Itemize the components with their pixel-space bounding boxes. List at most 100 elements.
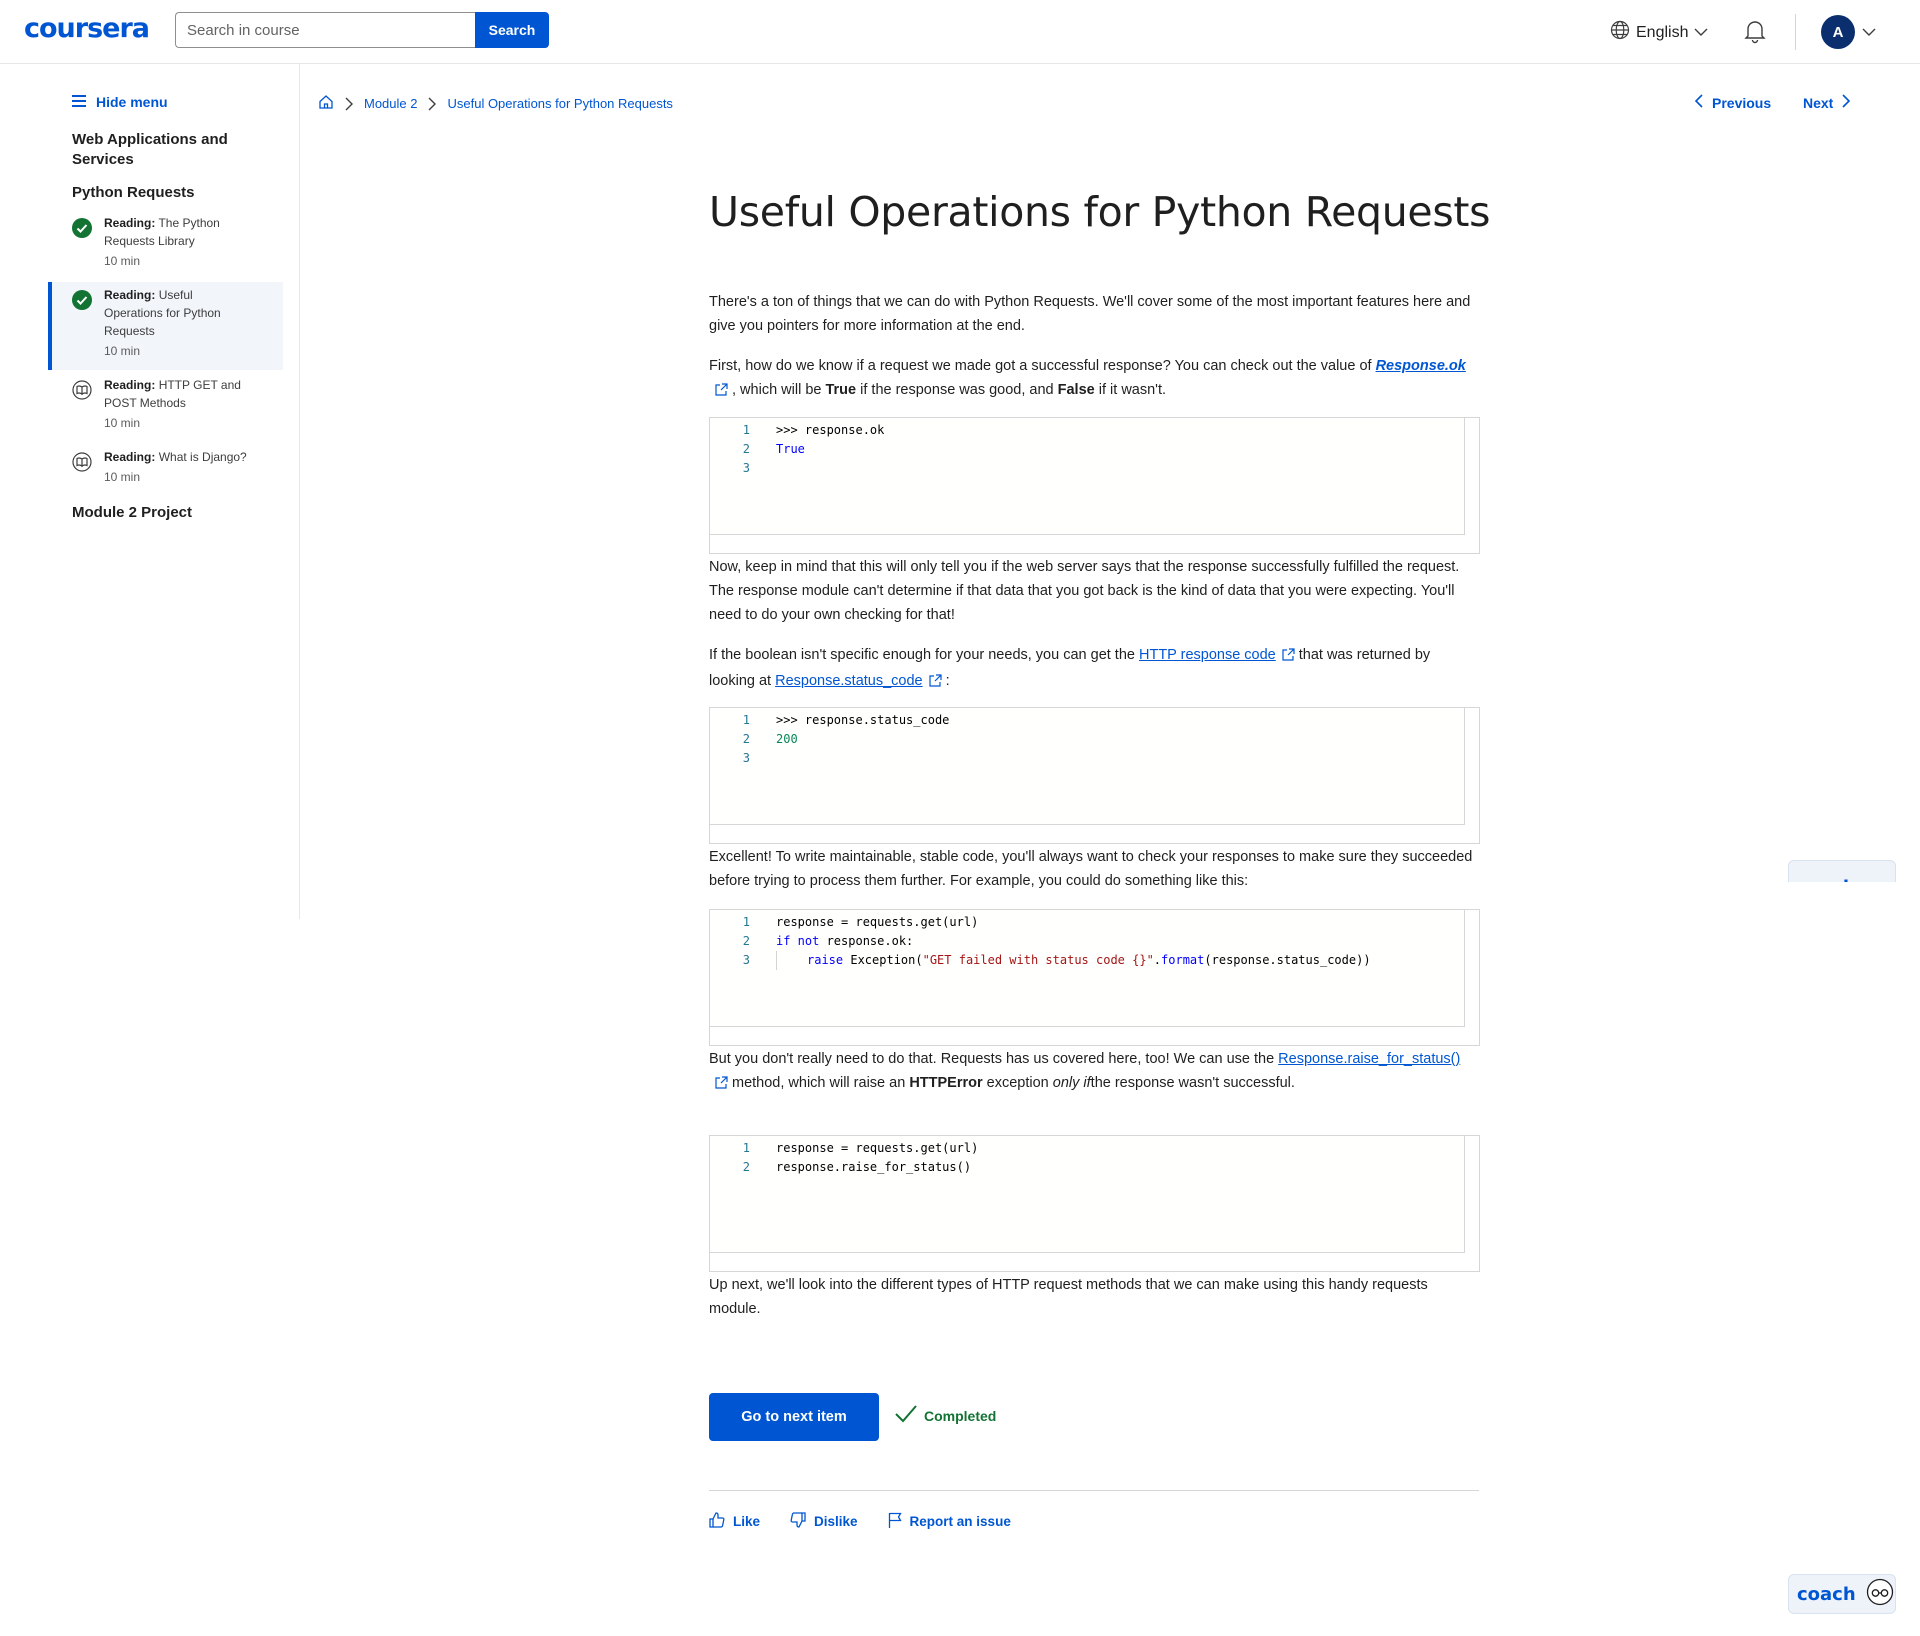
- globe-icon: [1610, 20, 1630, 45]
- like-button[interactable]: Like: [709, 1512, 760, 1531]
- reading-book-icon: [72, 452, 92, 472]
- coach-widget-partial[interactable]: coach: [1788, 860, 1898, 882]
- dislike-label: Dislike: [814, 1514, 858, 1529]
- text: But you don't really need to do that. Re…: [709, 1051, 1275, 1067]
- external-link-icon: [715, 380, 728, 404]
- next-label: Next: [1803, 94, 1834, 111]
- link-status-code[interactable]: Response.status_code: [775, 673, 923, 689]
- item-duration: 10 min: [104, 416, 141, 430]
- like-label: Like: [733, 1514, 761, 1529]
- chevron-right-icon: [344, 97, 354, 111]
- notifications-bell-icon[interactable]: [1743, 18, 1767, 49]
- search-input[interactable]: [175, 12, 475, 48]
- module-project-section[interactable]: Module 2 Project: [72, 504, 192, 521]
- sidebar-item-what-is-django[interactable]: Reading: What is Django? 10 min: [48, 444, 283, 496]
- item-type: Reading:: [104, 288, 156, 302]
- sidebar-item-python-requests-library[interactable]: Reading: The Python Requests Library 10 …: [48, 210, 283, 280]
- previous-button[interactable]: Previous: [1694, 94, 1771, 111]
- paragraph-note: Now, keep in mind that this will only te…: [709, 559, 1460, 623]
- text: First, how do we know if a request we ma…: [709, 358, 1372, 374]
- account-chevron-down-icon[interactable]: [1862, 24, 1876, 42]
- report-issue-button[interactable]: Report an issue: [888, 1512, 1011, 1531]
- code-block[interactable]: 1 response = requests.get(url) 2 response.…: [709, 1135, 1480, 1272]
- checkmark-icon: [894, 1404, 918, 1427]
- text: the response wasn't successful.: [1090, 1075, 1295, 1091]
- paragraph-check-responses: Excellent! To write maintainable, stable…: [709, 849, 1473, 889]
- code-block[interactable]: 1 response = requests.get(url) 2 if not re…: [709, 909, 1480, 1046]
- hide-menu-button[interactable]: Hide menu: [72, 94, 168, 110]
- breadcrumb-current[interactable]: Useful Operations for Python Requests: [447, 96, 672, 111]
- header-divider: [1795, 14, 1796, 50]
- coach-glasses-icon: [1866, 1578, 1894, 1611]
- item-duration: 10 min: [104, 344, 141, 358]
- code-block[interactable]: 1 >>> response.status_code 2 200 3: [709, 707, 1480, 844]
- section-title[interactable]: Python Requests: [72, 184, 195, 201]
- text-httperror: HTTPError: [909, 1075, 983, 1091]
- course-sidebar: Hide menu Web Applications and Services …: [0, 64, 300, 919]
- code-scrollbar[interactable]: [710, 535, 1479, 553]
- coach-label: coach: [1797, 1583, 1856, 1605]
- completed-check-icon: [72, 290, 92, 310]
- completed-check-icon: [72, 218, 92, 238]
- code-scrollbar[interactable]: [710, 1027, 1479, 1045]
- text: :: [945, 673, 950, 689]
- external-link-icon: [715, 1073, 728, 1097]
- course-search: Search: [175, 12, 549, 48]
- item-duration: 10 min: [104, 470, 141, 484]
- paragraph-raise-for-status: But you don't really need to do that. Re…: [709, 1047, 1479, 1097]
- link-raise-for-status[interactable]: Response.raise_for_status(): [1278, 1051, 1460, 1067]
- thumbs-up-icon: [709, 1512, 725, 1531]
- language-selector[interactable]: English: [1610, 20, 1708, 45]
- home-icon[interactable]: [318, 94, 334, 113]
- link-response-ok[interactable]: Response.ok: [1376, 358, 1466, 374]
- top-bar: coursera Search English A: [0, 0, 1920, 64]
- external-link-icon: [929, 671, 942, 695]
- chevron-down-icon: [1694, 24, 1708, 42]
- paragraph-up-next: Up next, we'll look into the different t…: [709, 1277, 1428, 1317]
- text: if the response was good, and: [860, 382, 1054, 398]
- previous-label: Previous: [1712, 94, 1772, 111]
- text-true: True: [825, 382, 857, 398]
- item-title: What is Django?: [158, 450, 247, 464]
- breadcrumb: Module 2 Useful Operations for Python Re…: [318, 94, 673, 113]
- flag-icon: [888, 1512, 902, 1531]
- feedback-actions: Like Dislike Report an issue: [709, 1512, 1011, 1531]
- coach-button[interactable]: coach: [1788, 1574, 1896, 1614]
- sidebar-item-useful-operations[interactable]: Reading: Useful Operations for Python Re…: [48, 282, 283, 370]
- code-scrollbar[interactable]: [710, 1253, 1479, 1271]
- text: method, which will raise an: [732, 1075, 906, 1091]
- sidebar-item-http-get-post[interactable]: Reading: HTTP GET and POST Methods 10 mi…: [48, 372, 283, 442]
- thumbs-down-icon: [790, 1512, 806, 1531]
- completed-label: Completed: [924, 1407, 997, 1424]
- go-to-next-item-button[interactable]: Go to next item: [709, 1393, 879, 1441]
- code-block[interactable]: 1 >>> response.ok 2 True 3: [709, 417, 1480, 554]
- item-type: Reading:: [104, 450, 156, 464]
- dislike-button[interactable]: Dislike: [790, 1512, 858, 1531]
- chevron-left-icon: [1694, 94, 1704, 111]
- chevron-right-icon: [1841, 94, 1851, 111]
- text: , which will be: [732, 382, 822, 398]
- breadcrumb-module[interactable]: Module 2: [364, 96, 417, 111]
- page-title: Useful Operations for Python Requests: [709, 188, 1491, 236]
- report-label: Report an issue: [909, 1514, 1011, 1529]
- link-http-response-code[interactable]: HTTP response code: [1139, 647, 1276, 663]
- coach-label: coach: [1797, 877, 1856, 883]
- external-link-icon: [1282, 645, 1295, 669]
- item-type: Reading:: [104, 378, 156, 392]
- text-only-if: only if: [1052, 1075, 1091, 1091]
- coursera-logo[interactable]: coursera: [24, 13, 150, 44]
- course-title[interactable]: Web Applications and Services: [72, 130, 262, 170]
- hamburger-icon: [72, 94, 86, 110]
- reading-book-icon: [72, 380, 92, 400]
- code-scrollbar[interactable]: [710, 825, 1479, 843]
- search-button[interactable]: Search: [475, 12, 549, 48]
- text: exception: [986, 1075, 1049, 1091]
- paragraph-status-code: If the boolean isn't specific enough for…: [709, 643, 1479, 695]
- text-false: False: [1057, 382, 1095, 398]
- paragraph-intro: There's a ton of things that we can do w…: [709, 294, 1471, 334]
- avatar[interactable]: A: [1821, 15, 1855, 49]
- next-button[interactable]: Next: [1803, 94, 1851, 111]
- text: If the boolean isn't specific enough for…: [709, 647, 1135, 663]
- text: if it wasn't.: [1098, 382, 1166, 398]
- item-duration: 10 min: [104, 254, 141, 268]
